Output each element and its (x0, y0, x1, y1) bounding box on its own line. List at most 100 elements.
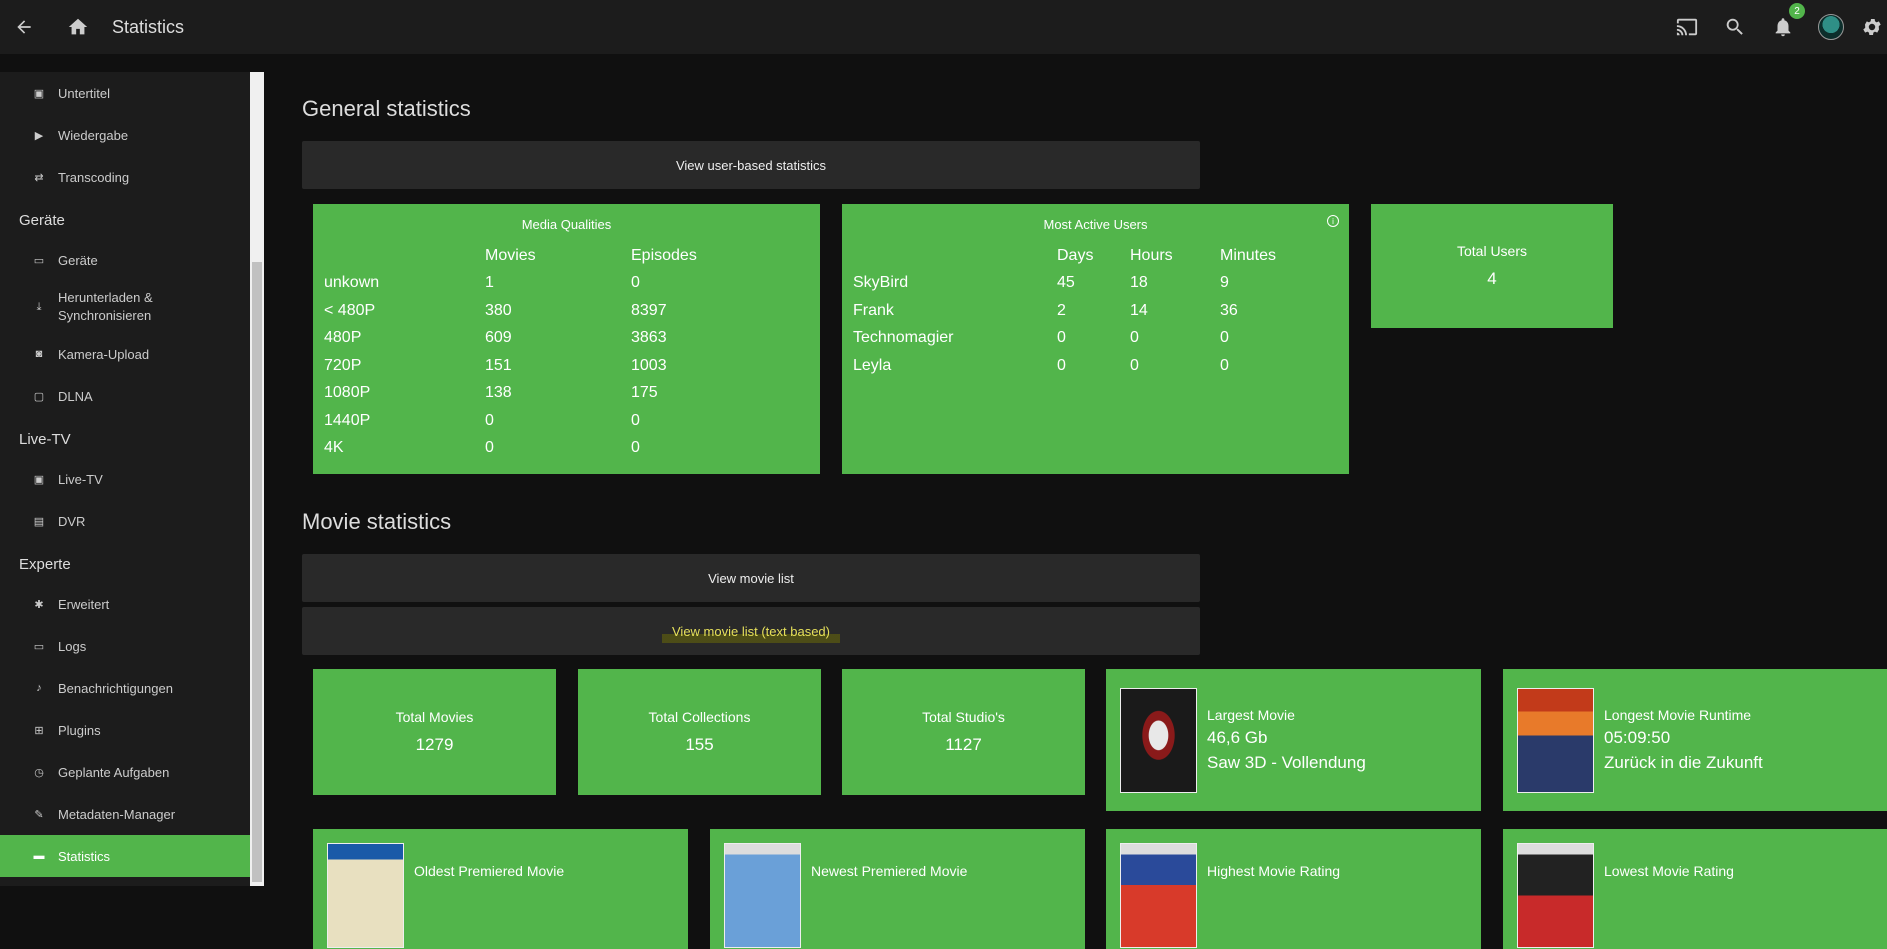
newest-movie-label: Newest Premiered Movie (811, 863, 968, 879)
largest-movie-label: Largest Movie (1207, 707, 1295, 723)
sidebar: ▣ Untertitel ▶ Wiedergabe ⇄ Transcoding Ger… (0, 72, 250, 886)
movie-statistics-heading: Movie statistics (302, 509, 452, 534)
largest-movie-name: Saw 3D - Vollendung (1207, 753, 1366, 772)
newest-movie-poster (724, 843, 801, 948)
sidebar-item-scheduled-tasks[interactable]: ◷ Geplante Aufgaben (0, 751, 250, 793)
table-header-cell (853, 242, 1057, 270)
total-studios-value: 1127 (945, 735, 982, 754)
back-button[interactable] (6, 9, 42, 45)
oldest-movie-card[interactable]: Oldest Premiered Movie (313, 829, 688, 949)
table-header-row: Days Hours Minutes (853, 242, 1276, 270)
table-row: SkyBird 45 18 9 (853, 274, 1229, 292)
search-button[interactable] (1717, 9, 1753, 45)
notifications-button[interactable]: 2 (1765, 3, 1805, 45)
highest-rating-label: Highest Movie Rating (1207, 863, 1341, 879)
longest-movie-card[interactable]: Longest Movie Runtime 05:09:50 Zurück in… (1503, 669, 1887, 811)
search-icon (1726, 18, 1743, 35)
avatar (1818, 14, 1844, 40)
sidebar-item-transcoding[interactable]: ⇄ Transcoding (0, 156, 250, 198)
sidebar-item-devices[interactable]: ▭ Geräte (0, 239, 250, 281)
bell-icon (1775, 18, 1791, 37)
highest-rating-poster (1120, 843, 1197, 948)
dvr-icon: ▤ (33, 515, 45, 528)
sidebar-item-metadata-manager[interactable]: ✎ Metadaten-Manager (0, 793, 250, 835)
view-movie-list-text-button[interactable]: View movie list (text based) (302, 607, 1200, 655)
sidebar-item-plugins[interactable]: ⊞ Plugins (0, 709, 250, 751)
table-row: 1080P 138 175 (324, 384, 658, 402)
pencil-icon: ✎ (34, 808, 44, 821)
settings-button[interactable] (1861, 9, 1887, 45)
total-collections-card: Total Collections 155 (578, 669, 821, 795)
most-active-users-card: Most Active Users i Days Hours Minutes S… (842, 204, 1349, 474)
largest-movie-size: 46,6 Gb (1207, 728, 1268, 747)
total-studios-label: Total Studio's (922, 709, 1005, 725)
lowest-rating-label: Lowest Movie Rating (1604, 863, 1734, 879)
dlna-icon: ▢ (33, 390, 45, 403)
gear-icon (1863, 19, 1881, 35)
arrow-left-icon (17, 20, 31, 34)
oldest-movie-label: Oldest Premiered Movie (414, 863, 565, 879)
table-row: Leyla 0 0 0 (853, 356, 1229, 374)
sidebar-section-livetv: Live-TV (19, 431, 71, 448)
longest-movie-name: Zurück in die Zukunft (1604, 753, 1763, 772)
sidebar-item-statistics[interactable]: ▬ Statistics (0, 835, 250, 877)
sidebar-item-dvr[interactable]: ▤ DVR (0, 500, 250, 542)
header-actions: 2 (1669, 3, 1887, 45)
sidebar-item-download-sync[interactable]: ⤓ Herunterladen & Synchronisieren (0, 281, 250, 333)
table-header-row: Movies Episodes (324, 242, 697, 270)
longest-movie-runtime: 05:09:50 (1604, 728, 1671, 747)
scrollbar-thumb[interactable] (252, 262, 262, 882)
cast-button[interactable] (1669, 9, 1705, 45)
tv-icon: ▣ (33, 473, 45, 486)
main-content: General statistics View user-based stati… (264, 54, 1887, 949)
table-row: unkown 1 0 (324, 274, 640, 292)
cart-icon: ⊞ (34, 724, 44, 737)
device-icon: ▭ (33, 254, 45, 267)
total-movies-label: Total Movies (395, 709, 474, 725)
sidebar-item-playback[interactable]: ▶ Wiedergabe (0, 114, 250, 156)
table-row: 480P 609 3863 (324, 329, 667, 347)
folder-icon: ▬ (33, 850, 45, 862)
table-row: < 480P 380 8397 (324, 301, 667, 319)
newest-movie-card[interactable]: Newest Premiered Movie (710, 829, 1085, 949)
play-icon: ▶ (34, 129, 44, 142)
table-header-cell: Days (1057, 246, 1094, 264)
info-icon[interactable]: i (1327, 215, 1339, 227)
total-collections-value: 155 (685, 735, 714, 754)
total-users-value: 4 (1487, 269, 1497, 288)
total-movies-card: Total Movies 1279 (313, 669, 556, 795)
cast-icon (1676, 18, 1698, 36)
table-row: Technomagier 0 0 0 (853, 329, 1229, 347)
table-row: 1440P 0 0 (324, 411, 640, 429)
clock-icon: ◷ (34, 766, 44, 779)
sidebar-item-subtitles[interactable]: ▣ Untertitel (0, 72, 250, 114)
camera-icon: ◙ (35, 348, 43, 360)
oldest-movie-poster (327, 843, 404, 948)
view-movie-list-text-label: View movie list (text based) (662, 619, 840, 643)
sidebar-section-devices: Geräte (19, 212, 65, 229)
view-movie-list-button[interactable]: View movie list (302, 554, 1200, 602)
view-user-statistics-button[interactable]: View user-based statistics (302, 141, 1200, 189)
largest-movie-card[interactable]: Largest Movie 46,6 Gb Saw 3D - Vollendun… (1106, 669, 1481, 811)
table-row: 4K 0 0 (324, 439, 640, 457)
largest-movie-poster (1120, 687, 1197, 793)
home-button[interactable] (60, 9, 96, 45)
sidebar-item-notifications[interactable]: ♪ Benachrichtigungen (0, 667, 250, 709)
page-title: Statistics (112, 16, 185, 37)
sidebar-item-logs[interactable]: ▭ Logs (0, 625, 250, 667)
sidebar-item-camera-upload[interactable]: ◙ Kamera-Upload (0, 333, 250, 375)
user-avatar-button[interactable] (1813, 9, 1849, 45)
table-header-cell (324, 242, 485, 270)
sidebar-item-dlna[interactable]: ▢ DLNA (0, 375, 250, 417)
bell-icon: ♪ (36, 682, 42, 694)
sidebar-scrollbar[interactable] (250, 72, 264, 886)
notification-badge: 2 (1789, 3, 1805, 19)
lowest-rating-card[interactable]: Lowest Movie Rating (1503, 829, 1887, 949)
table-row: 720P 151 1003 (324, 356, 667, 374)
total-studios-card: Total Studio's 1127 (842, 669, 1085, 795)
highest-rating-card[interactable]: Highest Movie Rating (1106, 829, 1481, 949)
cog-icon: ✱ (34, 598, 44, 611)
sidebar-item-advanced[interactable]: ✱ Erweitert (0, 583, 250, 625)
table-header-cell: Movies (485, 246, 536, 264)
sidebar-item-livetv[interactable]: ▣ Live-TV (0, 458, 250, 500)
